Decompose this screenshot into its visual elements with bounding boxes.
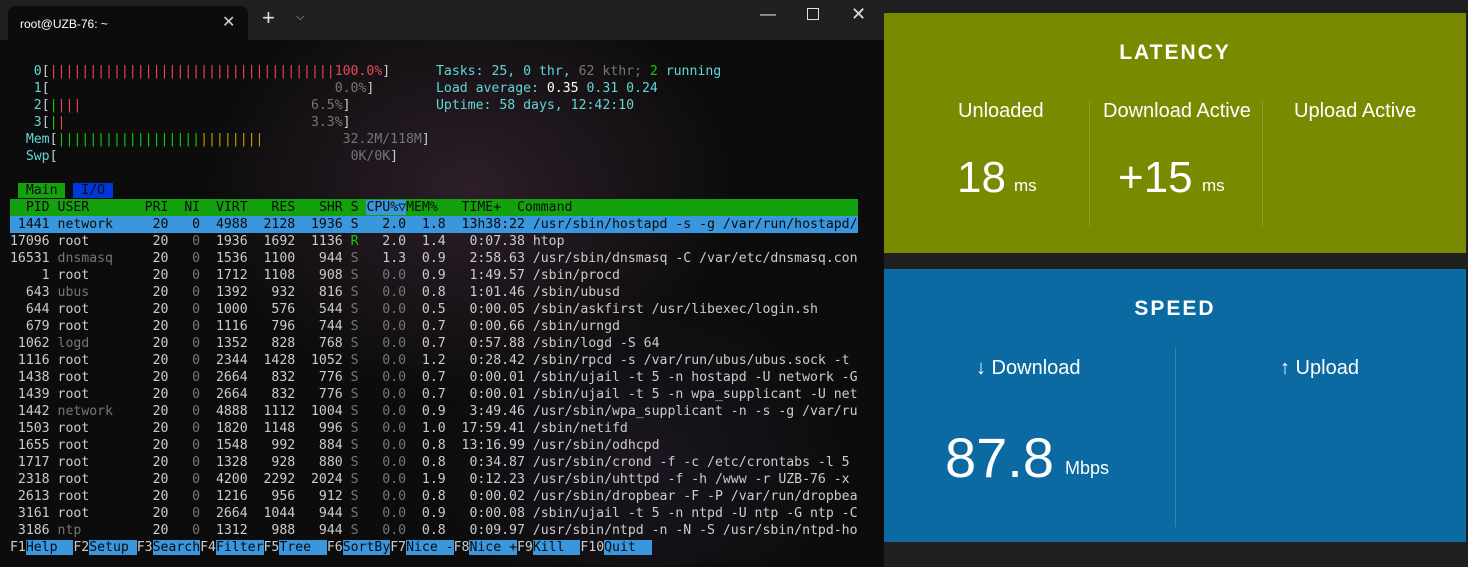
- tab-close-icon[interactable]: ✕: [222, 12, 235, 32]
- tasks-info: Tasks: 25, 0 thr, 62 kthr; 2 running: [436, 64, 722, 79]
- process-row[interactable]: 1439 root 20 0 2664 832 776 S 0.0 0.7 0:…: [10, 386, 858, 403]
- fkey-label[interactable]: Quit: [604, 540, 652, 555]
- fkey-label[interactable]: Nice +: [469, 540, 517, 555]
- speed-panel: SPEED ↓ Download 87.8 Mbps ↑ Upload: [884, 269, 1466, 542]
- fkey-f2[interactable]: F2: [73, 540, 89, 555]
- process-row[interactable]: 679 root 20 0 1116 796 744 S 0.0 0.7 0:0…: [10, 318, 620, 335]
- unloaded-label: Unloaded: [958, 100, 1044, 122]
- process-row[interactable]: 2318 root 20 0 4200 2292 2024 S 0.0 1.9 …: [10, 471, 850, 488]
- process-row[interactable]: 1441 network 20 0 4988 2128 1936 S 2.0 1…: [10, 216, 858, 233]
- fkey-f1[interactable]: F1: [10, 540, 26, 555]
- tab-main[interactable]: Main: [17, 183, 66, 198]
- terminal-window: root@UZB-76: ~ ✕ + ⌵ — ✕ 0[|||||||||||||…: [0, 0, 884, 567]
- process-row[interactable]: 16531 dnsmasq 20 0 1536 1100 944 S 1.3 0…: [10, 250, 858, 267]
- terminal-tab[interactable]: root@UZB-76: ~ ✕: [8, 6, 248, 40]
- tab-dropdown-chevron-icon[interactable]: ⌵: [296, 11, 304, 24]
- download-label: ↓ Download: [976, 357, 1081, 379]
- unloaded-unit: ms: [1014, 176, 1037, 195]
- latency-divider-2: [1262, 101, 1263, 226]
- htop-tabs: Main I/O: [10, 182, 113, 199]
- process-row[interactable]: 1 root 20 0 1712 1108 908 S 0.0 0.9 1:49…: [10, 267, 620, 284]
- download-active-unit: ms: [1202, 176, 1225, 195]
- fkey-f4[interactable]: F4: [200, 540, 216, 555]
- download-speed-value: 87.8: [945, 426, 1054, 489]
- download-active-value: +15: [1118, 153, 1193, 202]
- cpu-meter-0: 0[||||||||||||||||||||||||||||||||||||10…: [33, 64, 391, 79]
- fkey-label[interactable]: Nice -: [406, 540, 454, 555]
- fkey-label[interactable]: Help: [25, 540, 74, 555]
- fkey-label[interactable]: Setup: [89, 540, 137, 555]
- process-row[interactable]: 3186 ntp 20 0 1312 988 944 S 0.0 0.8 0:0…: [10, 522, 858, 539]
- cpu-meter-2: 2[|||| 6.5%]: [33, 98, 351, 113]
- download-active-label: Download Active: [1103, 100, 1251, 122]
- fkey-f10[interactable]: F10: [580, 540, 604, 555]
- process-row[interactable]: 644 root 20 0 1000 576 544 S 0.0 0.5 0:0…: [10, 301, 818, 318]
- fkey-label[interactable]: Tree: [279, 540, 327, 555]
- fkey-f8[interactable]: F8: [454, 540, 470, 555]
- process-row[interactable]: 3161 root 20 0 2664 1044 944 S 0.0 0.9 0…: [10, 505, 858, 522]
- function-key-bar: F1Help F2Setup F3SearchF4FilterF5Tree F6…: [10, 539, 652, 556]
- latency-panel: LATENCY Unloaded 18 ms Download Active +…: [884, 13, 1466, 253]
- htop-screen[interactable]: 0[||||||||||||||||||||||||||||||||||||10…: [0, 40, 884, 567]
- fkey-label[interactable]: Kill: [532, 540, 581, 555]
- latency-title: LATENCY: [1119, 41, 1231, 64]
- mem-meter: Mem[|||||||||||||||||||||||||| 32.2M/118…: [25, 132, 430, 147]
- process-row[interactable]: 1655 root 20 0 1548 992 884 S 0.0 0.8 13…: [10, 437, 660, 454]
- fkey-label[interactable]: Filter: [215, 540, 264, 555]
- title-bar: root@UZB-76: ~ ✕ + ⌵ — ✕: [0, 0, 884, 40]
- process-row[interactable]: 17096 root 20 0 1936 1692 1136 R 2.0 1.4…: [10, 233, 565, 250]
- unloaded-value: 18: [957, 153, 1006, 202]
- fkey-f5[interactable]: F5: [264, 540, 280, 555]
- fkey-f6[interactable]: F6: [327, 540, 343, 555]
- cpu-meter-1: 1[ 0.0%]: [33, 81, 375, 96]
- load-average: Load average: 0.35 0.31 0.24: [436, 81, 658, 96]
- swap-meter: Swp[ 0K/0K]: [25, 149, 399, 164]
- process-row[interactable]: 1442 network 20 0 4888 1112 1004 S 0.0 0…: [10, 403, 858, 420]
- process-row[interactable]: 2613 root 20 0 1216 956 912 S 0.0 0.8 0:…: [10, 488, 858, 505]
- fkey-f3[interactable]: F3: [137, 540, 153, 555]
- process-row[interactable]: 1503 root 20 0 1820 1148 996 S 0.0 1.0 1…: [10, 420, 628, 437]
- speed-title: SPEED: [1134, 297, 1216, 320]
- new-tab-button[interactable]: +: [262, 7, 275, 29]
- tab-title: root@UZB-76: ~: [20, 17, 108, 31]
- process-row[interactable]: 643 ubus 20 0 1392 932 816 S 0.0 0.8 1:0…: [10, 284, 620, 301]
- download-speed-unit: Mbps: [1065, 458, 1110, 478]
- tab-io[interactable]: I/O: [73, 183, 113, 198]
- process-row[interactable]: 1717 root 20 0 1328 928 880 S 0.0 0.8 0:…: [10, 454, 850, 471]
- fkey-f7[interactable]: F7: [390, 540, 406, 555]
- upload-label: ↑ Upload: [1280, 357, 1359, 379]
- process-row[interactable]: 1062 logd 20 0 1352 828 768 S 0.0 0.7 0:…: [10, 335, 660, 352]
- uptime: Uptime: 58 days, 12:42:10: [436, 98, 634, 113]
- fkey-label[interactable]: Search: [152, 540, 200, 555]
- fkey-f9[interactable]: F9: [517, 540, 533, 555]
- process-table-header[interactable]: PID USER PRI NI VIRT RES SHR S CPU%▽MEM%…: [10, 199, 858, 216]
- fkey-label[interactable]: SortBy: [342, 540, 390, 555]
- maximize-icon[interactable]: [807, 8, 819, 20]
- window-close-icon[interactable]: ✕: [851, 4, 866, 25]
- cpu-meter-3: 3[|| 3.3%]: [33, 115, 351, 130]
- latency-divider-1: [1089, 101, 1090, 226]
- process-row[interactable]: 1438 root 20 0 2664 832 776 S 0.0 0.7 0:…: [10, 369, 858, 386]
- speed-divider: [1175, 347, 1176, 527]
- minimize-icon[interactable]: —: [760, 6, 776, 24]
- upload-active-label: Upload Active: [1294, 100, 1417, 122]
- process-row[interactable]: 1116 root 20 0 2344 1428 1052 S 0.0 1.2 …: [10, 352, 850, 369]
